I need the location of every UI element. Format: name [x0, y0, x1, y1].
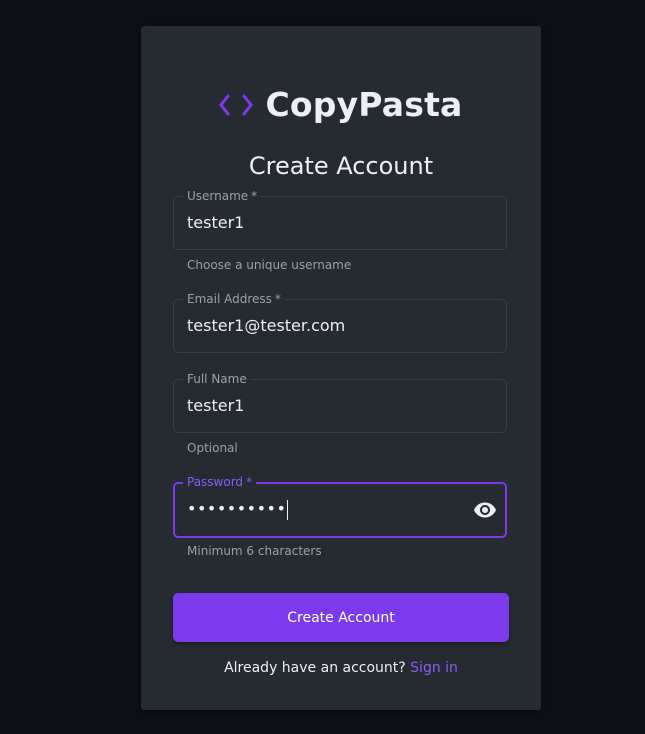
email-field[interactable]: Email Address * tester1@tester.com — [173, 292, 507, 353]
create-account-button[interactable]: Create Account — [173, 593, 509, 642]
username-field[interactable]: Username * tester1 — [173, 189, 507, 250]
signin-prompt-row: Already have an account? Sign in — [141, 658, 541, 678]
signin-prompt-text: Already have an account? — [224, 660, 406, 676]
password-field[interactable]: Password * •••••••••• — [173, 475, 507, 538]
username-label: Username * — [183, 189, 262, 203]
signin-link[interactable]: Sign in — [410, 660, 458, 676]
full-name-field[interactable]: Full Name tester1 — [173, 372, 507, 433]
password-input[interactable]: •••••••••• — [187, 498, 289, 520]
page-title: Create Account — [248, 152, 434, 180]
password-label: Password * — [183, 475, 257, 489]
email-input[interactable]: tester1@tester.com — [187, 315, 345, 337]
username-input[interactable]: tester1 — [187, 212, 244, 234]
code-brackets-icon — [219, 94, 253, 116]
full-name-input[interactable]: tester1 — [187, 395, 244, 417]
eye-icon — [474, 502, 496, 518]
password-helper: Minimum 6 characters — [187, 544, 322, 558]
toggle-password-visibility-button[interactable] — [473, 498, 497, 522]
full-name-label: Full Name — [183, 372, 251, 386]
brand-name: CopyPasta — [265, 85, 463, 124]
brand-header: CopyPasta — [141, 84, 541, 126]
email-label: Email Address * — [183, 292, 285, 306]
username-helper: Choose a unique username — [187, 258, 352, 272]
full-name-helper: Optional — [187, 441, 238, 455]
text-caret — [287, 499, 289, 520]
register-card: CopyPasta Create Account Username * teste… — [141, 26, 541, 710]
